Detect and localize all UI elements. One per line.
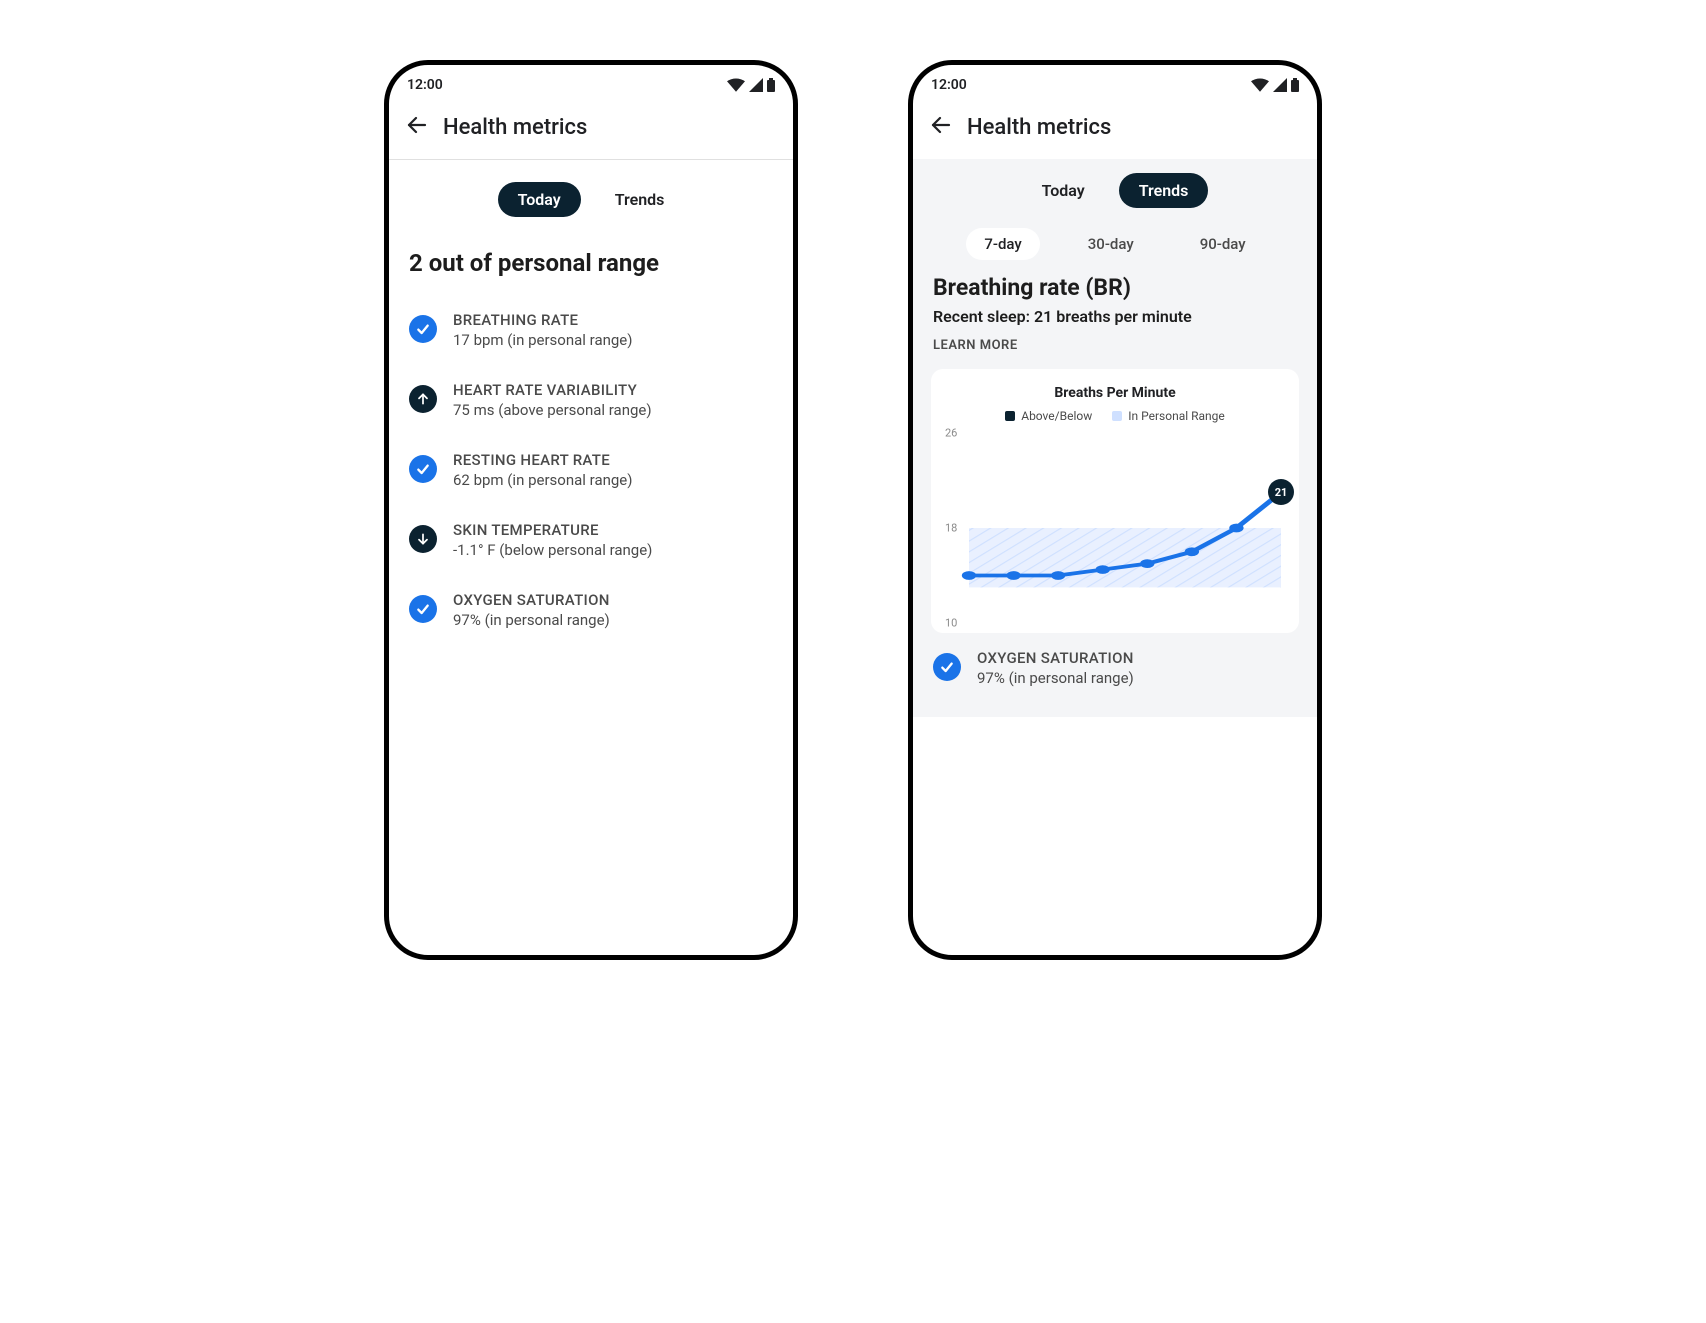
metric-value: 17 bpm (in personal range) [453,331,633,349]
tabs: Today Trends [389,160,793,227]
learn-more-link[interactable]: LEARN MORE [913,326,1317,369]
metric-value: 75 ms (above personal range) [453,401,652,419]
metric-name: SKIN TEMPERATURE [453,521,652,539]
metrics-list: BREATHING RATE 17 bpm (in personal range… [389,285,793,645]
tab-trends[interactable]: Trends [595,182,685,217]
metric-value: 97% (in personal range) [977,669,1134,687]
status-icons [1251,78,1299,92]
y-tick-label: 10 [945,617,957,630]
tab-today[interactable]: Today [1022,173,1105,208]
range-heading: 2 out of personal range [389,227,793,285]
check-icon [409,595,437,623]
swatch-dark [1005,411,1015,421]
range-tab-90day[interactable]: 90-day [1182,228,1264,260]
trends-bottom-list: OXYGEN SATURATION 97% (in personal range… [913,633,1317,697]
metric-value: 97% (in personal range) [453,611,610,629]
arrow-down-icon [409,525,437,553]
battery-icon [1291,78,1299,92]
phone-trends: 12:00 Health metrics Today Trends 7-day … [908,60,1322,960]
status-icons [727,78,775,92]
chart-title: Breaths Per Minute [945,385,1285,401]
page-title: Health metrics [967,115,1111,140]
trends-title: Breathing rate (BR) [913,274,1317,301]
metric-row-hrv[interactable]: HEART RATE VARIABILITY 75 ms (above pers… [409,365,773,435]
wifi-icon [1251,78,1269,92]
tab-trends[interactable]: Trends [1119,173,1209,208]
page-title: Health metrics [443,115,587,140]
metric-row-spo2[interactable]: OXYGEN SATURATION 97% (in personal range… [933,639,1297,697]
status-time: 12:00 [931,77,967,93]
metric-value: -1.1° F (below personal range) [453,541,652,559]
legend-above-below: Above/Below [1005,409,1092,423]
app-bar: Health metrics [913,95,1317,159]
chart-card: Breaths Per Minute Above/Below In Person… [931,369,1299,633]
status-time: 12:00 [407,77,443,93]
range-tabs: 7-day 30-day 90-day [913,218,1317,274]
metric-row-breathing-rate[interactable]: BREATHING RATE 17 bpm (in personal range… [409,295,773,365]
metric-row-spo2[interactable]: OXYGEN SATURATION 97% (in personal range… [409,575,773,645]
chart-last-value-badge: 21 [1268,479,1294,505]
chart-legend: Above/Below In Personal Range [945,401,1285,427]
status-bar: 12:00 [913,65,1317,95]
legend-label: Above/Below [1021,409,1092,423]
metric-name: OXYGEN SATURATION [453,591,610,609]
range-tab-7day[interactable]: 7-day [966,228,1039,260]
metric-name: RESTING HEART RATE [453,451,633,469]
app-bar: Health metrics [389,95,793,159]
y-tick-label: 18 [945,522,957,535]
tabs: Today Trends [913,159,1317,218]
check-icon [409,315,437,343]
legend-label: In Personal Range [1128,409,1225,423]
phone-today: 12:00 Health metrics Today Trends 2 out … [384,60,798,960]
trends-subtitle: Recent sleep: 21 breaths per minute [913,301,1317,326]
metric-value: 62 bpm (in personal range) [453,471,633,489]
metric-row-skin-temp[interactable]: SKIN TEMPERATURE -1.1° F (below personal… [409,505,773,575]
back-icon[interactable] [405,113,429,141]
check-icon [409,455,437,483]
metric-row-resting-hr[interactable]: RESTING HEART RATE 62 bpm (in personal r… [409,435,773,505]
wifi-icon [727,78,745,92]
status-bar: 12:00 [389,65,793,95]
cell-icon [749,78,763,92]
y-tick-label: 26 [945,427,957,440]
swatch-light [1112,411,1122,421]
back-icon[interactable] [929,113,953,141]
tab-today[interactable]: Today [498,182,581,217]
arrow-up-icon [409,385,437,413]
metric-name: OXYGEN SATURATION [977,649,1134,667]
metric-name: HEART RATE VARIABILITY [453,381,652,399]
cell-icon [1273,78,1287,92]
metric-name: BREATHING RATE [453,311,633,329]
range-tab-30day[interactable]: 30-day [1070,228,1152,260]
chart-area: 26 18 10 [945,433,1285,623]
check-icon [933,653,961,681]
battery-icon [767,78,775,92]
legend-in-range: In Personal Range [1112,409,1225,423]
